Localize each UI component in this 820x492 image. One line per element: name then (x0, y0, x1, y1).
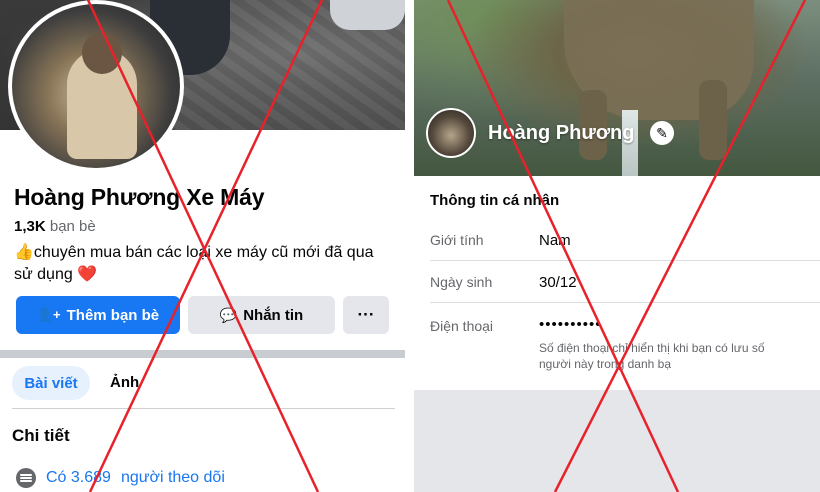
message-label: Nhắn tin (243, 306, 304, 324)
more-icon: ··· (357, 305, 375, 324)
add-friend-button[interactable]: 👤+ Thêm bạn bè (16, 296, 180, 334)
followers-icon (16, 468, 36, 488)
profile-name: Hoàng Phương Xe Máy (14, 184, 265, 210)
followers-label[interactable]: người theo dõi (121, 469, 225, 487)
cover-car (330, 0, 405, 30)
gender-label: Giới tính (430, 232, 484, 248)
gender-value: Nam (539, 232, 571, 249)
message-button[interactable]: 💬 Nhắn tin (188, 296, 335, 334)
phone-visibility-note: Số điện thoại chỉ hiển thị khi bạn có lư… (539, 341, 765, 371)
messenger-icon: 💬 (219, 306, 238, 323)
birthday-label: Ngày sinh (430, 274, 493, 290)
friends-label: bạn bè (49, 218, 96, 235)
tab-photos[interactable]: Ảnh (110, 374, 139, 391)
empty-footer-area (414, 390, 820, 492)
thumbs-up-icon: 👍 (14, 244, 34, 261)
cover-leg (699, 80, 727, 160)
cover-photo-right (414, 0, 820, 176)
phone-label: Điện thoại (430, 318, 494, 334)
more-options-button[interactable]: ··· (343, 296, 389, 334)
profile-avatar[interactable] (8, 0, 184, 172)
personal-info-heading: Thông tin cá nhân (430, 192, 560, 209)
followers-row[interactable]: Có 3.689 người theo dõi (16, 468, 225, 488)
birthday-value: 30/12 (539, 274, 577, 291)
tab-posts[interactable]: Bài viết (12, 366, 90, 400)
add-friend-label: Thêm bạn bè (66, 306, 160, 324)
profile-name-right: Hoàng Phương (488, 122, 635, 144)
details-heading: Chi tiết (12, 426, 70, 445)
profile-avatar-small[interactable] (426, 108, 476, 158)
row-divider (430, 302, 820, 303)
left-profile-screenshot: Hoàng Phương Xe Máy 1,3K bạn bè 👍chuyên … (0, 0, 405, 492)
heart-icon: ❤️ (77, 266, 98, 283)
friends-number: 1,3K (14, 218, 46, 235)
friends-count[interactable]: 1,3K bạn bè (14, 218, 96, 235)
row-divider (430, 260, 820, 261)
avatar-head (82, 32, 122, 74)
profile-bio: 👍chuyên mua bán các loại xe máy cũ mới đ… (14, 242, 394, 286)
section-divider (0, 350, 405, 358)
tabs-underline (12, 408, 395, 409)
bio-text: chuyên mua bán các loại xe máy cũ mới đã… (14, 244, 374, 283)
panel-separator (405, 0, 414, 492)
add-friend-icon: 👤+ (36, 307, 61, 322)
phone-value: •••••••••• (539, 316, 602, 333)
right-profile-screenshot: Hoàng Phương ✎ Thông tin cá nhân Giới tí… (414, 0, 820, 492)
edit-icon[interactable]: ✎ (650, 121, 674, 145)
followers-count[interactable]: Có 3.689 (46, 469, 111, 487)
